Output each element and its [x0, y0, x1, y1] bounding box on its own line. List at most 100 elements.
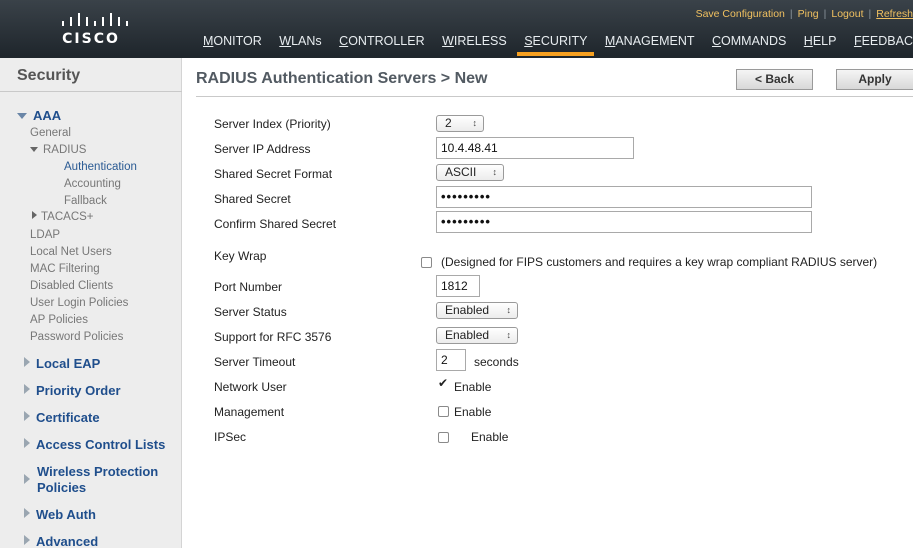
nav-controller[interactable]: CONTROLLER [332, 33, 431, 56]
nav-help[interactable]: HELP [797, 33, 844, 56]
sidebar-item-label: Web Auth [36, 507, 96, 522]
server-timeout-unit: seconds [474, 355, 519, 369]
port-number-input[interactable]: 1812 [436, 275, 480, 297]
sidebar-item-accounting[interactable]: Accounting [64, 178, 121, 190]
server-status-value: Enabled [445, 303, 490, 317]
management-checkbox[interactable] [438, 406, 449, 417]
sidebar-item-ap-policies[interactable]: AP Policies [30, 314, 88, 326]
rfc-3576-value: Enabled [445, 328, 490, 342]
network-user-label: Network User [214, 380, 287, 394]
save-configuration-link[interactable]: Save Configuration [696, 8, 785, 20]
network-user-enable-label: Enable [454, 380, 492, 394]
server-timeout-label: Server Timeout [214, 355, 296, 369]
confirm-secret-label: Confirm Shared Secret [214, 217, 337, 231]
refresh-link[interactable]: Refresh [876, 8, 913, 20]
select-arrows-icon: ↕ [506, 305, 512, 315]
nav-security[interactable]: SECURITY [517, 33, 595, 56]
nav-wlans[interactable]: WLANs [272, 33, 328, 56]
chevron-down-icon [17, 113, 27, 119]
sidebar-item-certificate[interactable]: Certificate [24, 410, 100, 425]
chevron-right-icon [24, 508, 30, 518]
sidebar-item-web-auth[interactable]: Web Auth [24, 507, 96, 522]
main-nav: MONITOR WLANs CONTROLLER WIRELESS SECURI… [196, 33, 913, 56]
sidebar: Security AAA General RADIUS Authenticati… [0, 58, 182, 548]
sidebar-item-label: Priority Order [36, 383, 121, 398]
nav-wireless[interactable]: WIRELESS [435, 33, 514, 56]
sidebar-item-user-login-policies[interactable]: User Login Policies [30, 297, 128, 309]
sidebar-item-ldap[interactable]: LDAP [30, 229, 60, 241]
rfc-3576-label: Support for RFC 3576 [214, 330, 332, 344]
key-wrap-label: Key Wrap [214, 249, 267, 263]
cisco-bars-icon [62, 12, 130, 26]
management-label: Management [214, 405, 285, 419]
sidebar-item-local-net-users[interactable]: Local Net Users [30, 246, 112, 258]
sidebar-item-mac-filtering[interactable]: MAC Filtering [30, 263, 100, 275]
secret-format-select[interactable]: ASCII ↕ [436, 164, 504, 181]
chevron-right-icon [24, 411, 30, 421]
select-arrows-icon: ↕ [472, 118, 478, 128]
chevron-right-icon [24, 438, 30, 448]
server-timeout-input[interactable]: 2 [436, 349, 466, 371]
sidebar-item-label: Certificate [36, 410, 100, 425]
sidebar-item-priority-order[interactable]: Priority Order [24, 383, 121, 398]
chevron-right-icon [24, 535, 30, 545]
nav-commands[interactable]: COMMANDS [705, 33, 793, 56]
server-status-select[interactable]: Enabled ↕ [436, 302, 518, 319]
chevron-down-icon [30, 147, 38, 152]
server-ip-label: Server IP Address [214, 142, 311, 156]
secret-format-value: ASCII [445, 165, 477, 179]
content-divider [196, 96, 913, 97]
shared-secret-input[interactable]: ••••••••• [436, 186, 812, 208]
sidebar-item-label: Access Control Lists [36, 437, 166, 452]
ipsec-enable-label: Enable [471, 430, 509, 444]
page-title: RADIUS Authentication Servers > New [196, 70, 488, 87]
network-user-checkbox[interactable] [438, 376, 449, 391]
server-index-select[interactable]: 2 ↕ [436, 115, 484, 132]
chevron-right-icon [32, 211, 37, 219]
sidebar-item-disabled-clients[interactable]: Disabled Clients [30, 280, 113, 292]
top-bar: CISCO Save Configuration | Ping | Logout | Ref… [0, 0, 913, 56]
port-number-label: Port Number [214, 280, 283, 294]
cisco-wordmark: CISCO [62, 31, 120, 47]
sidebar-item-authentication[interactable]: Authentication [64, 161, 137, 173]
server-index-label: Server Index (Priority) [214, 117, 331, 131]
server-ip-input[interactable]: 10.4.48.41 [436, 137, 634, 159]
sidebar-item-tacacs[interactable]: TACACS+ [32, 211, 94, 223]
ping-link[interactable]: Ping [798, 8, 819, 20]
sidebar-title: Security [17, 67, 81, 84]
utility-links: Save Configuration | Ping | Logout | Refresh [695, 8, 913, 20]
shared-secret-label: Shared Secret [214, 192, 291, 206]
chevron-right-icon [24, 474, 30, 484]
back-button[interactable]: < Back [736, 69, 813, 90]
nav-management[interactable]: MANAGEMENT [598, 33, 702, 56]
sidebar-item-wireless-protection-policies[interactable]: Wireless Protection Policies [24, 464, 179, 496]
ipsec-label: IPSec [214, 430, 247, 444]
sidebar-item-label: Advanced [36, 534, 99, 548]
ipsec-checkbox[interactable] [438, 432, 449, 443]
sidebar-item-general[interactable]: General [30, 127, 71, 139]
sidebar-item-aaa[interactable]: AAA [17, 108, 61, 123]
server-index-value: 2 [445, 116, 452, 130]
apply-button[interactable]: Apply [836, 69, 913, 90]
management-enable-label: Enable [454, 405, 492, 419]
select-arrows-icon: ↕ [492, 167, 498, 177]
sidebar-item-label: RADIUS [43, 144, 87, 156]
server-status-label: Server Status [214, 305, 287, 319]
logout-link[interactable]: Logout [831, 8, 863, 20]
sidebar-item-label: AAA [33, 108, 62, 123]
sidebar-item-radius[interactable]: RADIUS [30, 144, 86, 156]
nav-monitor[interactable]: MONITOR [196, 33, 269, 56]
key-wrap-checkbox[interactable] [421, 257, 432, 268]
nav-feedback[interactable]: FEEDBACK [847, 33, 913, 56]
sidebar-item-label: Local EAP [36, 356, 101, 371]
sidebar-item-label: Wireless Protection Policies [37, 464, 159, 495]
rfc-3576-select[interactable]: Enabled ↕ [436, 327, 518, 344]
sidebar-item-password-policies[interactable]: Password Policies [30, 331, 123, 343]
sidebar-item-label: TACACS+ [41, 211, 94, 223]
confirm-secret-input[interactable]: ••••••••• [436, 211, 812, 233]
sidebar-item-advanced[interactable]: Advanced [24, 534, 98, 548]
sidebar-item-access-control-lists[interactable]: Access Control Lists [24, 437, 165, 452]
sidebar-item-fallback[interactable]: Fallback [64, 195, 107, 207]
sidebar-item-local-eap[interactable]: Local EAP [24, 356, 100, 371]
chevron-right-icon [24, 384, 30, 394]
